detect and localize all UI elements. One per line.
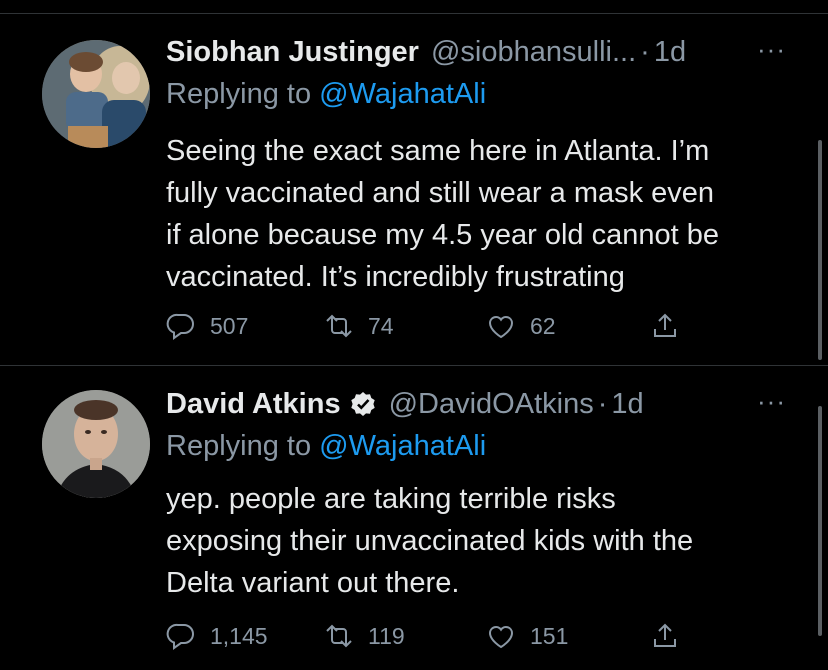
scrollbar[interactable]: [818, 406, 822, 636]
retweet-button[interactable]: 119: [324, 616, 405, 656]
author-handle[interactable]: @DavidOAtkins: [389, 388, 594, 421]
mention-link[interactable]: @WajahatAli: [319, 78, 486, 110]
more-icon[interactable]: ···: [757, 34, 786, 65]
tweet-text-line: exposing their unvaccinated kids with th…: [166, 525, 694, 557]
avatar[interactable]: [42, 40, 150, 148]
mention-link[interactable]: @WajahatAli: [319, 430, 486, 462]
avatar[interactable]: [42, 390, 150, 498]
scrollbar[interactable]: [818, 140, 822, 360]
separator-dot: ·: [597, 387, 608, 420]
more-icon[interactable]: ···: [757, 386, 786, 417]
share-button[interactable]: [650, 616, 680, 656]
author-name[interactable]: Siobhan Justinger: [166, 36, 419, 69]
timestamp[interactable]: 1d: [611, 388, 643, 421]
reply-button[interactable]: 507: [166, 306, 248, 346]
share-icon: [654, 313, 676, 337]
reply-count: 1,145: [210, 622, 268, 649]
tweet-text-line: yep. people are taking terrible risks: [166, 483, 616, 515]
like-count: 62: [530, 312, 556, 339]
reply-count: 507: [210, 312, 249, 339]
like-count: 151: [530, 622, 569, 649]
top-divider: [0, 0, 828, 14]
replying-to-label: Replying to: [166, 78, 312, 110]
tweet-header: Siobhan Justinger @siobhansulli... · 1d: [166, 32, 686, 72]
tweet-text: yep. people are taking terrible risks ex…: [166, 478, 796, 604]
tweet-text-line: Delta variant out there.: [166, 567, 460, 599]
retweet-count: 119: [368, 622, 405, 649]
reply-button[interactable]: 1,145: [166, 616, 268, 656]
tweet-text-line: Seeing the exact same here in Atlanta. I…: [166, 135, 710, 167]
replying-to-label: Replying to: [166, 430, 312, 462]
action-bar: 1,145 119 151: [166, 616, 726, 656]
reply-icon: [166, 623, 194, 650]
tweet-header: David Atkins @DavidOAtkins · 1d: [166, 384, 644, 424]
separator-dot: ·: [640, 35, 650, 68]
replying-to: Replying to @WajahatAli: [166, 78, 486, 111]
like-icon: [488, 626, 514, 649]
tweet-text-line: fully vaccinated and still wear a mask e…: [166, 177, 715, 209]
tweet-text-line: if alone because my 4.5 year old cannot …: [166, 219, 719, 251]
author-handle[interactable]: @siobhansulli...: [431, 36, 636, 69]
retweet-icon: [326, 314, 352, 338]
retweet-count: 74: [368, 312, 394, 339]
tweet[interactable]: David Atkins @DavidOAtkins · 1d ··· Repl…: [0, 366, 828, 670]
verified-badge-icon: [350, 392, 375, 416]
tweet[interactable]: Siobhan Justinger @siobhansulli... · 1d …: [0, 14, 828, 366]
reply-icon: [166, 313, 194, 340]
like-button[interactable]: 62: [486, 306, 556, 346]
share-button[interactable]: [650, 306, 680, 346]
action-bar: 507 74 62: [166, 306, 726, 346]
retweet-button[interactable]: 74: [324, 306, 394, 346]
tweet-text: Seeing the exact same here in Atlanta. I…: [166, 130, 796, 298]
retweet-icon: [326, 624, 352, 648]
tweet-text-line: vaccinated. It’s incredibly frustrating: [166, 261, 625, 293]
share-icon: [654, 623, 676, 647]
author-name[interactable]: David Atkins: [166, 388, 341, 421]
timestamp[interactable]: 1d: [654, 36, 686, 69]
like-icon: [488, 316, 514, 339]
like-button[interactable]: 151: [486, 616, 568, 656]
replying-to: Replying to @WajahatAli: [166, 430, 486, 463]
